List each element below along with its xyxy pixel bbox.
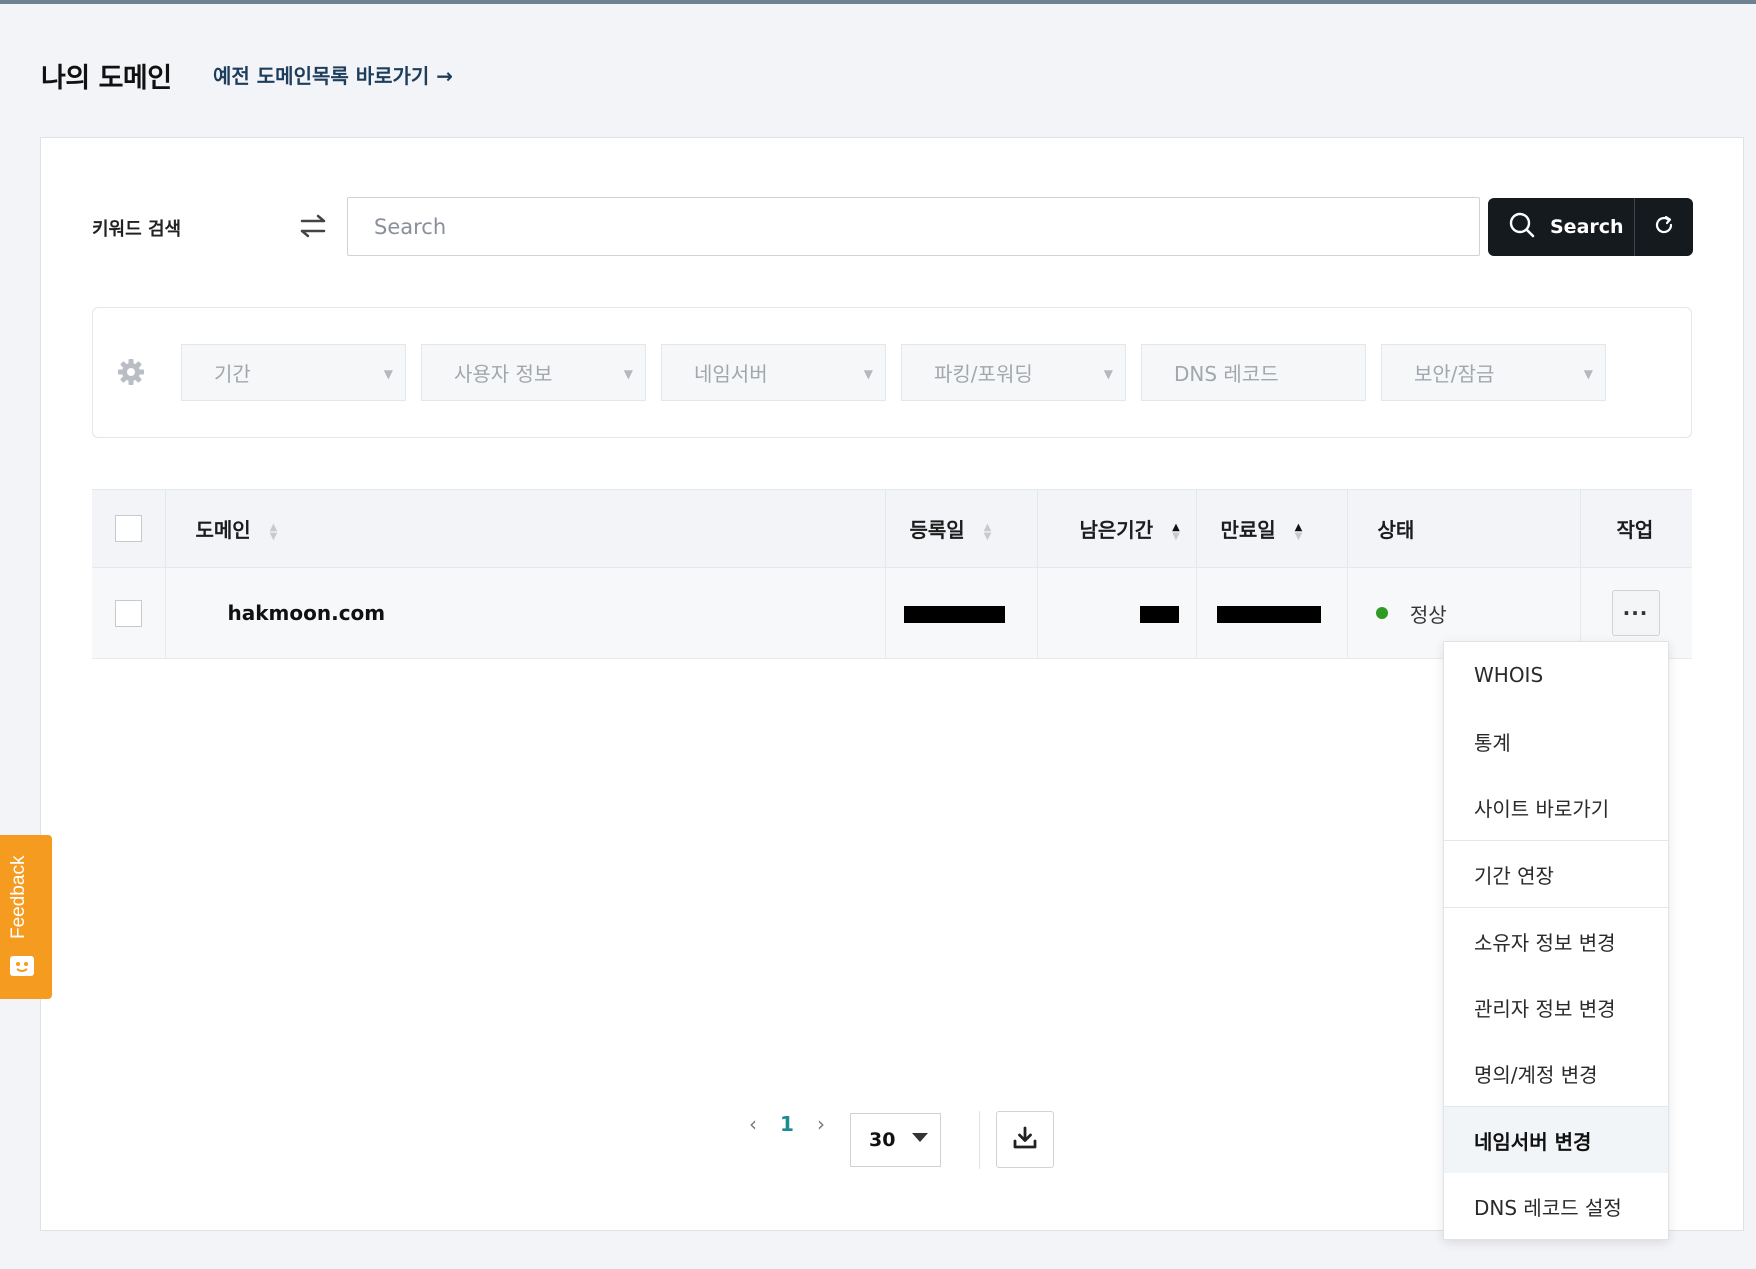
- column-header-domain[interactable]: 도메인 ▲ ▼: [164, 489, 886, 568]
- column-header-expiry[interactable]: 만료일 ▲ ▼: [1195, 489, 1348, 568]
- registered-date-cell: [884, 567, 1038, 659]
- refresh-button[interactable]: [1634, 198, 1693, 256]
- more-actions-button[interactable]: ···: [1611, 590, 1660, 636]
- domain-name[interactable]: hakmoon.com: [164, 567, 886, 659]
- swap-icon[interactable]: [298, 211, 328, 241]
- search-button[interactable]: Search: [1488, 198, 1634, 256]
- filter-security-lock[interactable]: 보안/잠금 ▼: [1381, 344, 1606, 401]
- menu-group: WHOIS 통계 사이트 바로가기: [1444, 642, 1668, 841]
- search-icon: [1508, 211, 1550, 244]
- registered-date-redacted: [903, 606, 1005, 623]
- column-header-expiry-label: 만료일: [1220, 518, 1276, 542]
- next-page-icon[interactable]: ›: [808, 1112, 834, 1136]
- divider: [979, 1111, 980, 1169]
- caret-down-icon: ▼: [623, 367, 633, 381]
- filter-nameserver[interactable]: 네임서버 ▼: [661, 344, 886, 401]
- search-input[interactable]: [347, 197, 1480, 256]
- menu-item-change-nameserver[interactable]: 네임서버 변경: [1444, 1107, 1668, 1173]
- row-checkbox[interactable]: [114, 599, 142, 627]
- column-header-action-label: 작업: [1616, 518, 1654, 542]
- expiry-date-cell: [1195, 567, 1348, 659]
- page-title: 나의 도메인: [41, 63, 172, 94]
- download-button[interactable]: [996, 1111, 1054, 1168]
- menu-group: 소유자 정보 변경 관리자 정보 변경 명의/계정 변경: [1444, 908, 1668, 1107]
- search-button-label: Search: [1550, 216, 1624, 238]
- column-header-registered-label: 등록일: [909, 518, 965, 542]
- caret-down-icon: ▼: [383, 367, 393, 381]
- filter-parking-forwarding-label: 파킹/포워딩: [934, 362, 1033, 386]
- domain-table: 도메인 ▲ ▼ 등록일 ▲ ▼ 남은기간 ▲ ▼ 만료일 ▲ ▼ 상태 작업 h…: [92, 489, 1692, 659]
- menu-item-change-admin-info[interactable]: 관리자 정보 변경: [1444, 974, 1668, 1040]
- gear-icon[interactable]: [116, 357, 146, 387]
- menu-item-statistics[interactable]: 통계: [1444, 708, 1668, 774]
- filter-nameserver-label: 네임서버: [694, 362, 768, 386]
- prev-page-icon[interactable]: ‹: [740, 1112, 766, 1136]
- keyword-search-label: 키워드 검색: [92, 219, 182, 240]
- column-header-registered[interactable]: 등록일 ▲ ▼: [884, 489, 1038, 568]
- filter-period[interactable]: 기간 ▼: [181, 344, 406, 401]
- feedback-label: Feedback: [8, 855, 29, 939]
- column-header-remaining-label: 남은기간: [1079, 518, 1154, 542]
- top-border: [0, 0, 1756, 4]
- row-select-cell: [92, 567, 166, 659]
- remaining-period-redacted: [1139, 606, 1179, 623]
- select-all-checkbox[interactable]: [114, 515, 142, 542]
- old-domain-list-link[interactable]: 예전 도메인목록 바로가기 →: [213, 60, 453, 89]
- action-menu: WHOIS 통계 사이트 바로가기 기간 연장 소유자 정보 변경 관리자 정보…: [1443, 641, 1669, 1240]
- per-page-value: 30: [869, 1129, 896, 1151]
- filter-period-label: 기간: [214, 362, 251, 386]
- download-icon: [1012, 1125, 1038, 1155]
- caret-down-icon: ▼: [863, 367, 873, 381]
- chat-icon: [8, 953, 36, 979]
- status-text: 정상: [1409, 602, 1447, 627]
- header-select-all-cell: [92, 489, 166, 568]
- column-header-status-label: 상태: [1377, 518, 1415, 542]
- column-header-remaining[interactable]: 남은기간 ▲ ▼: [1036, 489, 1197, 568]
- menu-group: 기간 연장: [1444, 841, 1668, 908]
- caret-down-icon: [912, 1133, 928, 1142]
- pagination: ‹ 1 ›: [740, 1112, 834, 1136]
- menu-item-change-account[interactable]: 명의/계정 변경: [1444, 1040, 1668, 1106]
- column-header-action: 작업: [1579, 489, 1692, 568]
- filter-parking-forwarding[interactable]: 파킹/포워딩 ▼: [901, 344, 1126, 401]
- remaining-period-cell: [1036, 567, 1197, 659]
- menu-item-change-owner-info[interactable]: 소유자 정보 변경: [1444, 908, 1668, 974]
- page-number[interactable]: 1: [766, 1112, 808, 1136]
- menu-group: 네임서버 변경 DNS 레코드 설정: [1444, 1107, 1668, 1239]
- sort-up-icon[interactable]: ▲ ▼: [1172, 522, 1180, 541]
- column-header-domain-label: 도메인: [195, 518, 251, 542]
- filter-user-info[interactable]: 사용자 정보 ▼: [421, 344, 646, 401]
- sort-up-icon[interactable]: ▲ ▼: [1295, 522, 1303, 541]
- column-header-status: 상태: [1346, 489, 1581, 568]
- feedback-tab[interactable]: Feedback: [0, 835, 52, 999]
- refresh-icon: [1653, 214, 1675, 240]
- sort-icon[interactable]: ▲ ▼: [984, 522, 992, 541]
- menu-item-dns-record-settings[interactable]: DNS 레코드 설정: [1444, 1173, 1668, 1239]
- filter-dns-record[interactable]: DNS 레코드: [1141, 344, 1366, 401]
- expiry-date-redacted: [1216, 606, 1321, 623]
- table-header-row: 도메인 ▲ ▼ 등록일 ▲ ▼ 남은기간 ▲ ▼ 만료일 ▲ ▼ 상태 작업: [92, 489, 1692, 568]
- menu-item-extend-period[interactable]: 기간 연장: [1444, 841, 1668, 907]
- sort-icon[interactable]: ▲ ▼: [270, 522, 278, 541]
- filter-user-info-label: 사용자 정보: [454, 362, 553, 386]
- caret-down-icon: ▼: [1103, 367, 1113, 381]
- status-dot-icon: [1375, 607, 1388, 619]
- per-page-select[interactable]: 30: [850, 1113, 941, 1167]
- menu-item-whois[interactable]: WHOIS: [1444, 642, 1668, 708]
- filter-security-lock-label: 보안/잠금: [1414, 362, 1495, 386]
- menu-item-visit-site[interactable]: 사이트 바로가기: [1444, 774, 1668, 840]
- filter-dns-record-label: DNS 레코드: [1174, 362, 1279, 386]
- caret-down-icon: ▼: [1583, 367, 1593, 381]
